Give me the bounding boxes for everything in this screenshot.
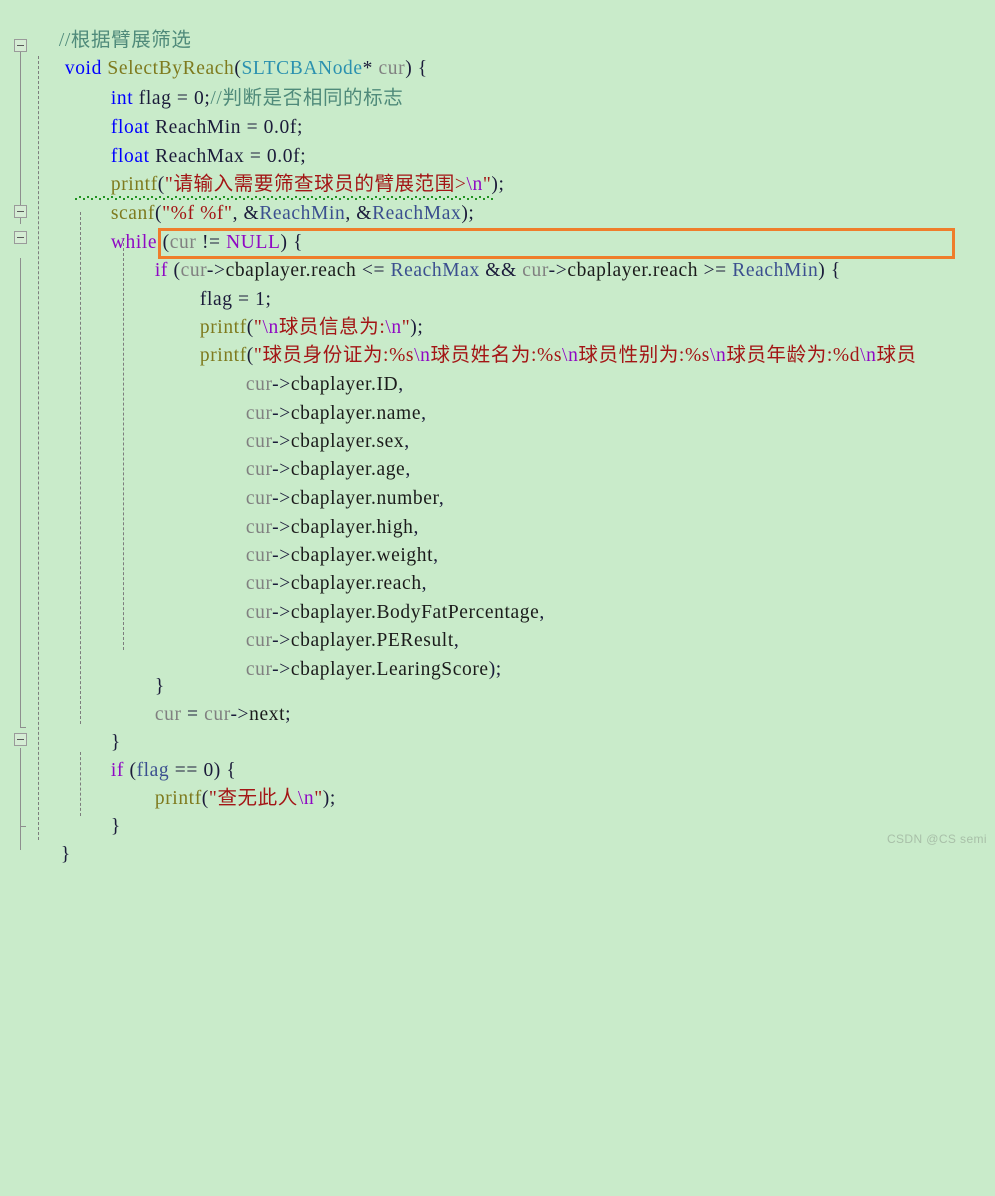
code-line[interactable]: if (flag == 0) { [78,732,236,781]
code-line[interactable]: cur->cbaplayer.PEResult, [213,602,459,651]
error-squiggle-underline [74,196,494,201]
code-line[interactable]: float ReachMin = 0.0f; [78,89,303,138]
csdn-watermark: CSDN @CS semi [886,832,987,846]
code-line[interactable]: cur->cbaplayer.number, [213,460,444,509]
code-token-member: next [249,704,286,725]
code-line[interactable]: cur->cbaplayer.reach, [213,545,427,594]
code-content[interactable]: //根据臂展筛选 void SelectByReach(SLTCBANode* … [0,0,995,1196]
code-line[interactable]: //根据臂展筛选 [26,2,192,51]
code-line[interactable]: printf("请输入需要筛查球员的臂展范围>\n"); [78,146,505,195]
code-token-brace: } [110,816,121,837]
code-line[interactable]: cur->cbaplayer.age, [213,431,411,480]
code-line[interactable]: void SelectByReach(SLTCBANode* cur) { [32,30,428,79]
code-line[interactable]: cur->cbaplayer.ID, [213,346,404,395]
code-token-function: printf [154,788,202,809]
code-line[interactable]: printf("\n球员信息为:\n"); [167,289,423,338]
code-line[interactable]: printf("查无此人\n"); [122,760,336,809]
code-line[interactable]: cur->cbaplayer.high, [213,489,419,538]
code-token-escape: \n [297,788,315,809]
code-token-brace: } [60,844,71,865]
code-line[interactable]: while (cur != NULL) { [78,204,303,253]
code-line[interactable]: int flag = 0;//判断是否相同的标志 [78,60,403,109]
code-line[interactable]: float ReachMax = 0.0f; [78,118,306,167]
code-line[interactable]: } [28,816,71,865]
code-line[interactable]: cur = cur->next; [122,676,291,725]
code-line[interactable]: cur->cbaplayer.LearingScore); [213,631,502,680]
code-line[interactable]: cur->cbaplayer.BodyFatPercentage, [213,574,545,623]
code-token-identifier: ReachMax [372,203,462,224]
code-editor[interactable]: //根据臂展筛选 void SelectByReach(SLTCBANode* … [0,0,995,865]
code-line[interactable]: } [78,788,121,837]
code-line[interactable]: cur->cbaplayer.sex, [213,403,410,452]
code-token-member: cbaplayer.LearingScore [290,659,489,680]
code-token-string: "查无此人 [208,788,298,809]
code-line[interactable]: cur->cbaplayer.name, [213,375,427,424]
code-line[interactable]: printf("球员身份证为:%s\n球员姓名为:%s\n球员性别为:%s\n球… [167,317,917,366]
code-line[interactable]: } [122,648,165,697]
code-line[interactable]: if (cur->cbaplayer.reach <= ReachMax && … [122,232,841,281]
code-line[interactable]: flag = 1; [167,261,272,310]
code-line[interactable]: } [78,704,121,753]
code-line[interactable]: cur->cbaplayer.weight, [213,517,439,566]
